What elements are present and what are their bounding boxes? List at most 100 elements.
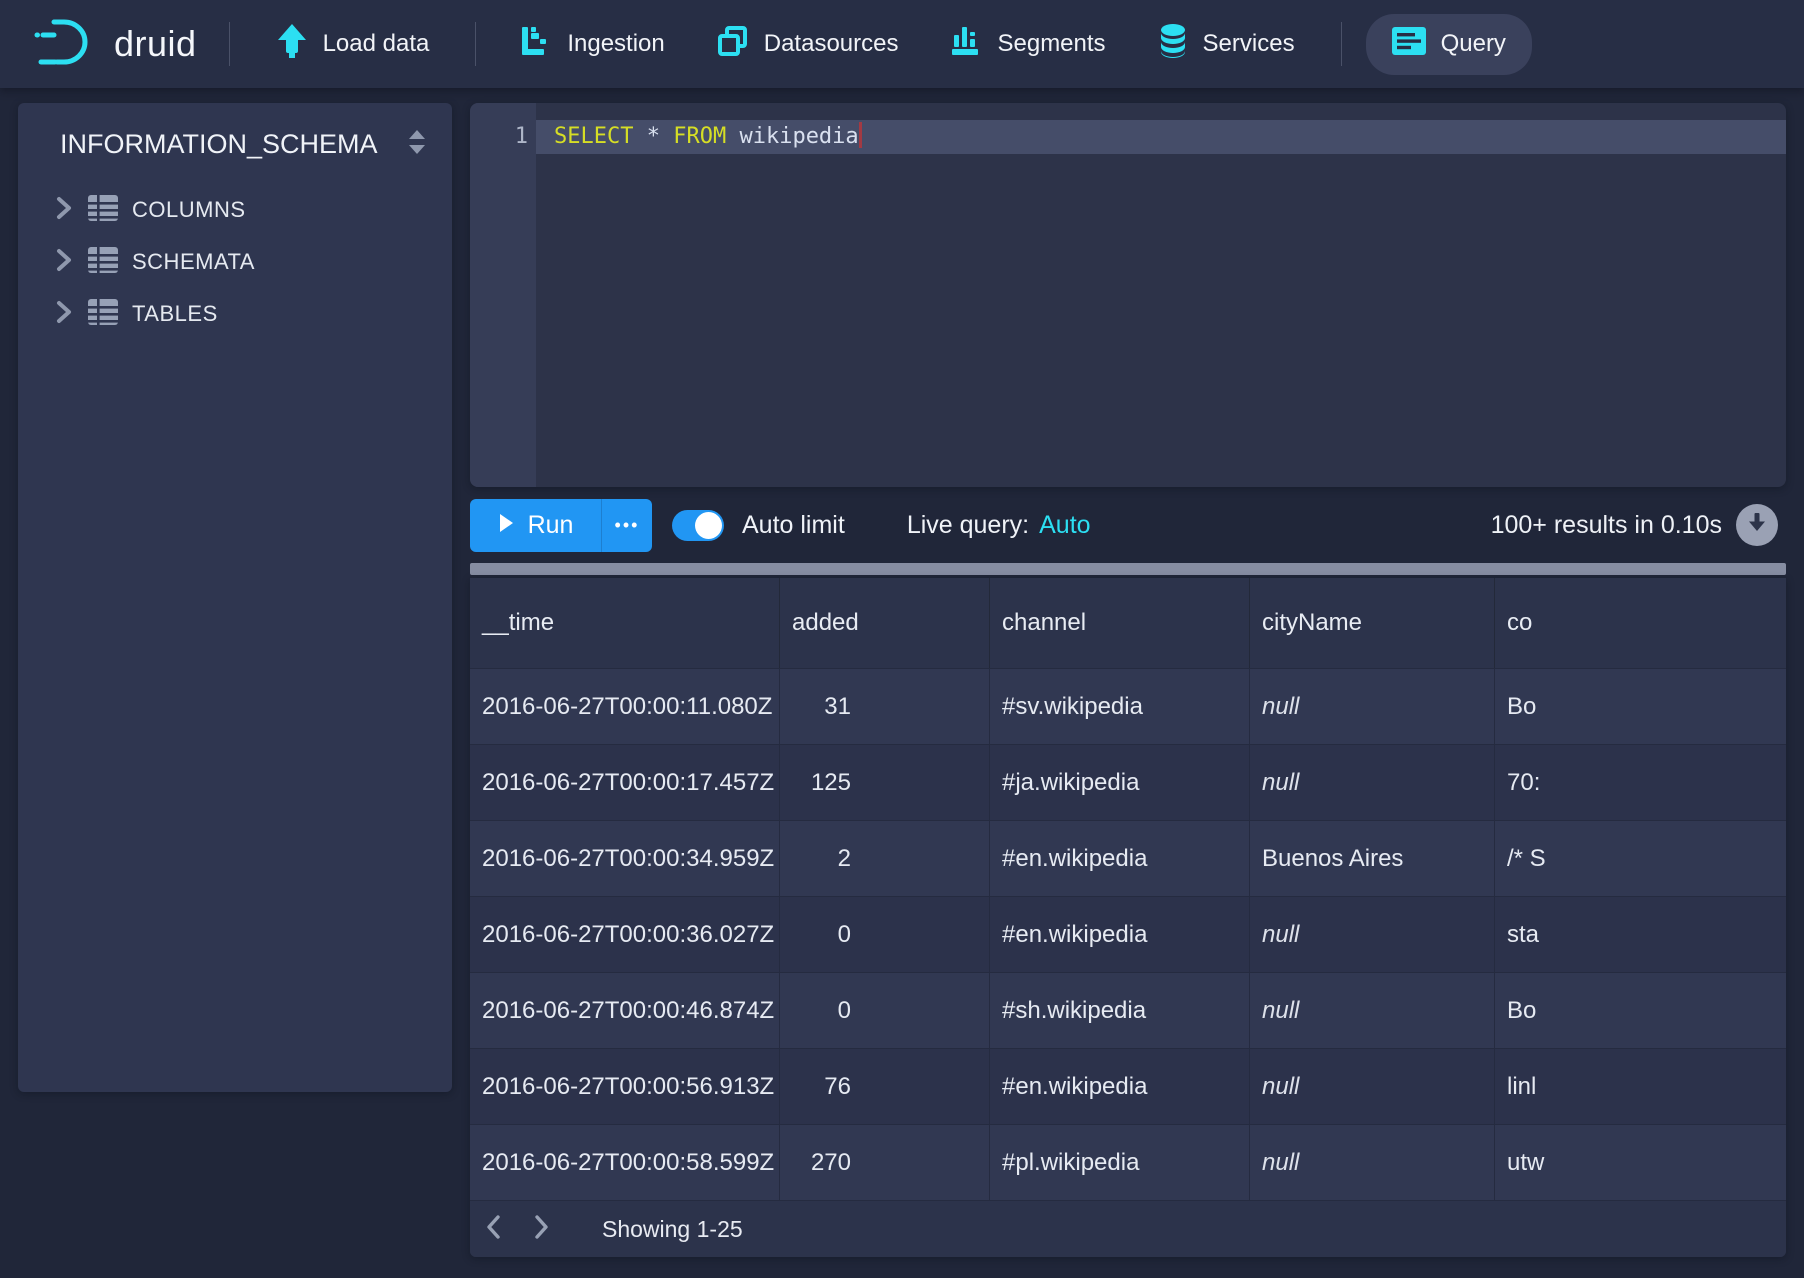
cell-channel[interactable]: #pl.wikipedia <box>990 1124 1250 1200</box>
cell-added[interactable]: 270 <box>780 1124 990 1200</box>
cell-channel[interactable]: #sv.wikipedia <box>990 668 1250 744</box>
table-row: 2016-06-27T00:00:34.959Z 2 #en.wikipedia… <box>470 820 1786 896</box>
chevron-right-icon[interactable] <box>56 248 72 277</box>
cell-cityname[interactable]: Buenos Aires <box>1250 820 1495 896</box>
live-query-value[interactable]: Auto <box>1039 511 1090 540</box>
chevron-right-icon[interactable] <box>56 300 72 329</box>
cell-added[interactable]: 0 <box>780 972 990 1048</box>
table-row: 2016-06-27T00:00:36.027Z 0 #en.wikipedia… <box>470 896 1786 972</box>
sql-keyword: SELECT <box>554 124 633 149</box>
run-split-button: Run ••• <box>470 499 652 552</box>
prev-page-button[interactable] <box>478 1209 508 1249</box>
cell-time[interactable]: 2016-06-27T00:00:56.913Z <box>470 1048 780 1124</box>
cell-comment[interactable]: Bo <box>1495 668 1786 744</box>
results-header-row: __time added channel cityName co <box>470 578 1786 668</box>
schema-sidebar: INFORMATION_SCHEMA <box>18 103 452 1092</box>
sql-text: * <box>633 124 673 149</box>
query-toolbar: Run ••• Auto limit Live query: Auto 100+… <box>470 490 1786 560</box>
cell-time[interactable]: 2016-06-27T00:00:46.874Z <box>470 972 780 1048</box>
table-icon <box>88 247 118 278</box>
nav-item-label: Load data <box>323 30 430 58</box>
sidebar-item-columns[interactable]: COLUMNS <box>18 184 452 236</box>
cell-cityname[interactable]: null <box>1250 972 1495 1048</box>
cell-time[interactable]: 2016-06-27T00:00:17.457Z <box>470 744 780 820</box>
cell-cityname[interactable]: null <box>1250 668 1495 744</box>
nav-item-ingestion[interactable]: Ingestion <box>520 25 664 64</box>
schema-title: INFORMATION_SCHEMA <box>60 129 378 160</box>
cell-channel[interactable]: #en.wikipedia <box>990 820 1250 896</box>
datasources-stack-icon <box>717 25 749 64</box>
nav-item-label: Query <box>1441 30 1506 58</box>
double-caret-vertical-icon[interactable] <box>406 129 428 160</box>
cell-time[interactable]: 2016-06-27T00:00:36.027Z <box>470 896 780 972</box>
sidebar-item-schemata[interactable]: SCHEMATA <box>18 236 452 288</box>
cell-added[interactable]: 2 <box>780 820 990 896</box>
results-pagination: Showing 1-25 <box>470 1200 1786 1257</box>
nav-item-load-data[interactable]: Load data <box>276 24 430 65</box>
cell-added[interactable]: 31 <box>780 668 990 744</box>
column-header-channel[interactable]: channel <box>990 578 1250 668</box>
cell-comment[interactable]: 70: <box>1495 744 1786 820</box>
results-horizontal-scrollbar[interactable] <box>470 563 1786 575</box>
query-console-icon <box>1392 27 1426 62</box>
run-button[interactable]: Run <box>470 499 601 552</box>
sidebar-item-label: COLUMNS <box>132 197 246 223</box>
cell-cityname[interactable]: null <box>1250 1048 1495 1124</box>
cell-comment[interactable]: /* S <box>1495 820 1786 896</box>
sql-code-line[interactable]: SELECT * FROM wikipedia <box>554 120 862 154</box>
results-summary: 100+ results in 0.10s <box>1491 511 1722 540</box>
nav-divider <box>1341 22 1342 66</box>
column-header-time[interactable]: __time <box>470 578 780 668</box>
cell-channel[interactable]: #sh.wikipedia <box>990 972 1250 1048</box>
chevron-right-icon <box>534 1214 549 1245</box>
column-header-cityname[interactable]: cityName <box>1250 578 1495 668</box>
cell-cityname[interactable]: null <box>1250 1124 1495 1200</box>
table-row: 2016-06-27T00:00:17.457Z 125 #ja.wikiped… <box>470 744 1786 820</box>
cell-channel[interactable]: #en.wikipedia <box>990 1048 1250 1124</box>
editor-line-number: 1 <box>470 120 528 154</box>
cell-comment[interactable]: Bo <box>1495 972 1786 1048</box>
chevron-left-icon <box>486 1214 501 1245</box>
column-header-comment[interactable]: co <box>1495 578 1786 668</box>
nav-item-services[interactable]: Services <box>1158 24 1295 65</box>
sidebar-item-label: TABLES <box>132 301 218 327</box>
nav-item-segments[interactable]: Segments <box>950 25 1105 64</box>
cell-comment[interactable]: sta <box>1495 896 1786 972</box>
toggle-knob <box>695 512 722 539</box>
run-more-button[interactable]: ••• <box>601 499 652 552</box>
cell-channel[interactable]: #ja.wikipedia <box>990 744 1250 820</box>
cell-comment[interactable]: linl <box>1495 1048 1786 1124</box>
druid-logo-text: druid <box>114 23 197 65</box>
live-query-label: Live query: <box>907 511 1029 540</box>
services-database-icon <box>1158 24 1188 65</box>
cell-added[interactable]: 125 <box>780 744 990 820</box>
cell-comment[interactable]: utw <box>1495 1124 1786 1200</box>
run-button-label: Run <box>528 511 574 540</box>
cell-cityname[interactable]: null <box>1250 744 1495 820</box>
play-icon <box>498 511 514 540</box>
auto-limit-label: Auto limit <box>742 511 845 540</box>
nav-item-datasources[interactable]: Datasources <box>717 25 899 64</box>
table-row: 2016-06-27T00:00:11.080Z 31 #sv.wikipedi… <box>470 668 1786 744</box>
cell-added[interactable]: 76 <box>780 1048 990 1124</box>
cell-time[interactable]: 2016-06-27T00:00:58.599Z <box>470 1124 780 1200</box>
cell-cityname[interactable]: null <box>1250 896 1495 972</box>
sql-keyword: FROM <box>673 124 726 149</box>
cell-added[interactable]: 0 <box>780 896 990 972</box>
chevron-right-icon[interactable] <box>56 196 72 225</box>
download-circle-icon <box>1747 512 1767 539</box>
cell-channel[interactable]: #en.wikipedia <box>990 896 1250 972</box>
nav-item-query[interactable]: Query <box>1366 14 1532 75</box>
druid-logo[interactable]: druid <box>34 13 197 76</box>
cell-time[interactable]: 2016-06-27T00:00:11.080Z <box>470 668 780 744</box>
next-page-button[interactable] <box>526 1209 556 1249</box>
cell-time[interactable]: 2016-06-27T00:00:34.959Z <box>470 820 780 896</box>
load-data-upload-icon <box>276 24 308 65</box>
column-header-added[interactable]: added <box>780 578 990 668</box>
download-button[interactable] <box>1736 504 1778 546</box>
table-icon <box>88 195 118 226</box>
auto-limit-toggle[interactable] <box>672 510 724 541</box>
nav-divider <box>229 22 230 66</box>
sidebar-item-tables[interactable]: TABLES <box>18 288 452 340</box>
sql-editor[interactable]: 1 SELECT * FROM wikipedia <box>470 103 1786 487</box>
